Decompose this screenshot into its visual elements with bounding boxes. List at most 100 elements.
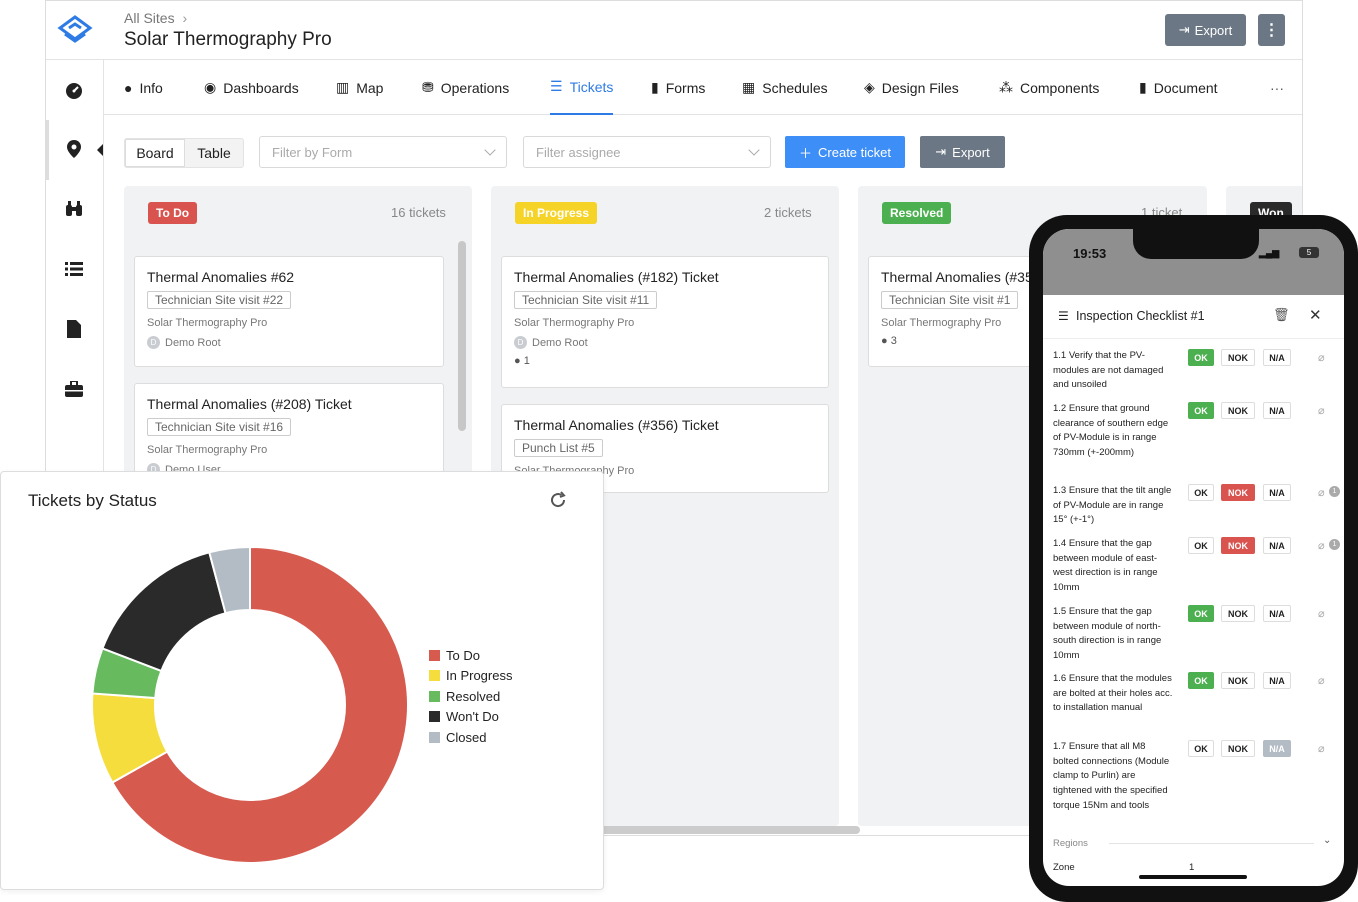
tab-info[interactable]: ● Info: [124, 60, 163, 115]
attachment-icon[interactable]: ⌀: [1318, 742, 1325, 755]
close-icon[interactable]: ✕: [1309, 306, 1322, 324]
ok-button[interactable]: OK: [1188, 740, 1214, 757]
briefcase-icon[interactable]: [63, 378, 85, 400]
phone-notch: [1133, 229, 1259, 259]
tab-label: Tickets: [569, 78, 614, 95]
tab-tickets[interactable]: ☰ Tickets: [550, 60, 614, 115]
chevron-down-icon[interactable]: ⌄: [1323, 835, 1331, 846]
attachment-icon[interactable]: ⌀: [1318, 404, 1325, 417]
na-button[interactable]: N/A: [1263, 740, 1291, 757]
attachment-icon[interactable]: ⌀: [1318, 674, 1325, 687]
board-view-button[interactable]: Board: [125, 139, 185, 167]
binoculars-icon[interactable]: [63, 198, 85, 220]
ok-button[interactable]: OK: [1188, 402, 1214, 419]
ok-button[interactable]: OK: [1188, 537, 1214, 554]
collapse-caret-icon[interactable]: [97, 144, 103, 156]
filter-form-select[interactable]: Filter by Form: [259, 136, 507, 168]
column-scrollbar[interactable]: [458, 241, 466, 431]
chart-title: Tickets by Status: [28, 491, 157, 510]
ok-button[interactable]: OK: [1188, 349, 1214, 366]
filter-assignee-select[interactable]: Filter assignee: [523, 136, 771, 168]
legend-item-closed[interactable]: Closed: [429, 729, 512, 746]
ticket-card[interactable]: Thermal Anomalies (#182) Ticket Technici…: [501, 256, 829, 388]
tab-schedules[interactable]: ▦ Schedules: [742, 60, 828, 115]
na-button[interactable]: N/A: [1263, 484, 1291, 501]
tab-dashboards[interactable]: ◉ Dashboards: [204, 60, 299, 115]
tab-components[interactable]: ⁂ Components: [999, 60, 1099, 115]
attachment-icon[interactable]: ⌀: [1318, 607, 1325, 620]
tab-operations[interactable]: ⛃ Operations: [422, 60, 509, 115]
map-pin-icon[interactable]: [63, 138, 85, 160]
donut-slice-won-t-do[interactable]: [101, 551, 227, 673]
avatar: D: [147, 336, 160, 349]
legend-item-in-progress[interactable]: In Progress: [429, 668, 512, 685]
filter-form-placeholder: Filter by Form: [272, 144, 353, 160]
ticket-form-tag[interactable]: Technician Site visit #16: [147, 418, 292, 436]
export-button-top[interactable]: ⇥ Export: [1165, 14, 1246, 46]
table-view-button[interactable]: Table: [185, 139, 243, 167]
ok-button[interactable]: OK: [1188, 484, 1214, 501]
ticket-form-tag[interactable]: Punch List #5: [514, 439, 603, 457]
nok-button[interactable]: NOK: [1221, 484, 1255, 501]
status-badge: To Do: [148, 202, 198, 224]
na-button[interactable]: N/A: [1263, 605, 1291, 622]
ok-button[interactable]: OK: [1188, 605, 1214, 622]
na-button[interactable]: N/A: [1263, 672, 1291, 689]
more-options-button[interactable]: ⋮: [1258, 14, 1285, 46]
legend-swatch: [429, 711, 440, 723]
ticket-title: Thermal Anomalies #62: [147, 269, 295, 285]
nok-button[interactable]: NOK: [1221, 672, 1255, 689]
dashboard-gauge-icon[interactable]: [63, 80, 85, 102]
export-button[interactable]: ⇥ Export: [920, 136, 1005, 168]
nok-button[interactable]: NOK: [1221, 605, 1255, 622]
legend-label: Closed: [446, 729, 487, 745]
nok-button[interactable]: NOK: [1221, 537, 1255, 554]
tab-map[interactable]: ▥ Map: [336, 60, 383, 115]
file-icon[interactable]: [63, 318, 85, 340]
nok-button[interactable]: NOK: [1221, 402, 1255, 419]
legend-item-resolved[interactable]: Resolved: [429, 688, 512, 705]
tab-label: Operations: [440, 79, 510, 96]
na-button[interactable]: N/A: [1263, 537, 1291, 554]
refresh-icon[interactable]: [549, 491, 567, 514]
tab-design-files[interactable]: ◈ Design Files: [864, 60, 959, 115]
attachment-icon[interactable]: ⌀: [1318, 486, 1325, 499]
tab-forms[interactable]: ▮ Forms: [651, 60, 705, 115]
breadcrumb[interactable]: All Sites ›: [124, 10, 187, 26]
checklist-item-text: 1.5 Ensure that the gap between module o…: [1053, 606, 1162, 662]
trash-icon[interactable]: 🗑: [1273, 307, 1290, 323]
legend-item-to-do[interactable]: To Do: [429, 647, 512, 664]
comment-icon: ●: [881, 335, 888, 347]
divider: [1109, 843, 1314, 844]
calendar-icon: ▦: [742, 79, 756, 95]
nav-more-button[interactable]: ···: [1270, 60, 1284, 115]
regions-label: Regions: [1053, 838, 1088, 849]
create-ticket-button[interactable]: ＋ Create ticket: [785, 136, 905, 168]
top-bar: All Sites › Solar Thermography Pro ⇥ Exp…: [46, 1, 1302, 60]
gauge-icon: ◉: [204, 79, 217, 95]
nok-button[interactable]: NOK: [1221, 740, 1255, 757]
list-icon[interactable]: [63, 258, 85, 280]
comment-icon: ●: [514, 355, 521, 367]
ticket-card[interactable]: Thermal Anomalies #62 Technician Site vi…: [134, 256, 444, 367]
attachment-icon[interactable]: ⌀: [1318, 539, 1325, 552]
ticket-form-tag[interactable]: Technician Site visit #11: [514, 291, 658, 309]
comment-count-value: 1: [523, 355, 530, 367]
board-horizontal-scrollbar[interactable]: [560, 826, 860, 834]
na-button[interactable]: N/A: [1263, 402, 1291, 419]
legend-item-wont-do[interactable]: Won't Do: [429, 709, 512, 726]
app-logo[interactable]: [46, 1, 104, 60]
ok-button[interactable]: OK: [1188, 672, 1214, 689]
nav-tabs: ● Info ◉ Dashboards ▥ Map ⛃ Operations ☰ Tick…: [104, 60, 1302, 115]
sitemap-icon: ⁂: [999, 79, 1013, 95]
ticket-form-tag[interactable]: Technician Site visit #22: [147, 291, 292, 309]
comment-count-value: 3: [890, 335, 897, 347]
na-button[interactable]: N/A: [1263, 349, 1291, 366]
modal-title: Inspection Checklist #1: [1076, 309, 1205, 323]
ticket-form-tag[interactable]: Technician Site visit #1: [881, 291, 1019, 309]
nok-button[interactable]: NOK: [1221, 349, 1255, 366]
ticket-title: Thermal Anomalies (#208) Ticket: [147, 396, 352, 412]
tab-document[interactable]: ▮ Document: [1139, 60, 1218, 115]
attachment-icon[interactable]: ⌀: [1318, 351, 1325, 364]
assignee-name: Demo Root: [165, 336, 221, 349]
